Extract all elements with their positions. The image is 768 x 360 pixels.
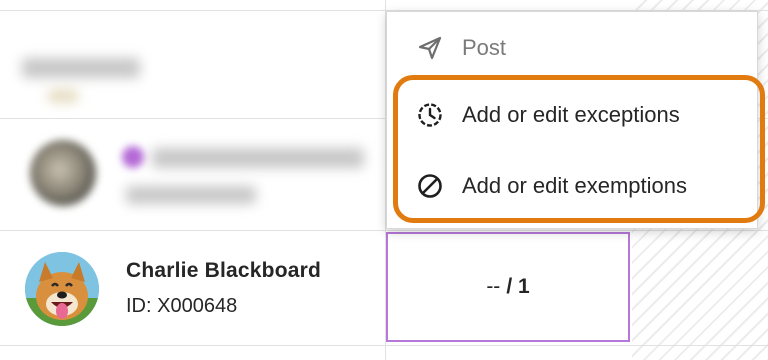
row-divider — [0, 230, 768, 231]
menu-item-post[interactable]: Post — [387, 20, 757, 76]
context-menu: Post Add or edit exceptions Add or edit … — [386, 11, 758, 229]
blurred-text — [48, 90, 78, 102]
menu-item-add-edit-exemptions[interactable]: Add or edit exemptions — [387, 158, 757, 214]
dog-avatar-icon — [25, 252, 99, 326]
grade-possible: / 1 — [506, 275, 530, 298]
blurred-text — [126, 186, 256, 204]
menu-item-add-edit-exceptions[interactable]: Add or edit exceptions — [387, 87, 757, 143]
menu-item-label: Add or edit exceptions — [462, 102, 680, 127]
status-badge — [122, 146, 144, 168]
clock-history-icon — [418, 103, 442, 127]
avatar — [30, 140, 96, 206]
avatar — [25, 252, 99, 326]
prohibited-icon — [418, 174, 442, 198]
blurred-text — [152, 148, 364, 168]
paper-plane-icon — [418, 36, 442, 60]
menu-item-label: Post — [462, 35, 507, 60]
blurred-text — [22, 58, 140, 78]
student-id: ID: X000648 — [126, 295, 238, 317]
student-name[interactable]: Charlie Blackboard — [126, 259, 321, 283]
row-divider — [0, 345, 768, 346]
grade-value: -- — [486, 275, 501, 298]
grade-cell[interactable]: -- / 1 — [386, 232, 630, 342]
menu-item-label: Add or edit exemptions — [462, 173, 688, 198]
